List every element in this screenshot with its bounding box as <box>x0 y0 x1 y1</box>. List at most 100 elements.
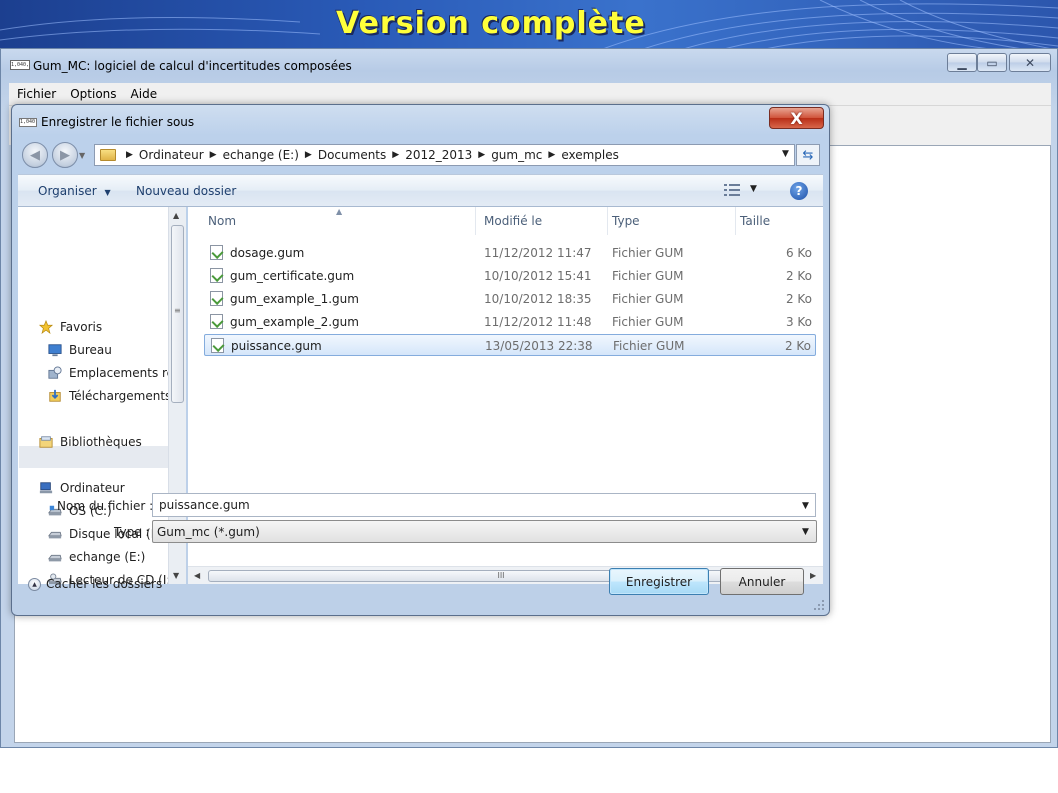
nav-item-emplacements[interactable]: Emplacements ré <box>47 363 174 383</box>
address-bar[interactable]: ▶ Ordinateur ▶ echange (E:) ▶ Documents … <box>94 144 795 166</box>
recent-locations-dropdown-icon[interactable]: ▼ <box>79 151 85 160</box>
menu-aide[interactable]: Aide <box>123 87 164 101</box>
file-size: 2 Ko <box>784 339 811 353</box>
file-row[interactable]: gum_example_1.gum 10/10/2012 18:35 Fichi… <box>204 288 816 310</box>
menu-bar: Fichier Options Aide <box>9 83 1051 105</box>
breadcrumb-exemples[interactable]: exemples <box>561 148 619 162</box>
filename-dropdown-icon[interactable]: ▼ <box>802 501 809 511</box>
chevron-right-icon[interactable]: ▶ <box>305 150 312 160</box>
app-title: Gum_MC: logiciel de calcul d'incertitude… <box>33 59 352 73</box>
file-icon <box>210 314 223 329</box>
file-type: Fichier GUM <box>612 269 684 283</box>
file-modified: 11/12/2012 11:48 <box>484 315 592 329</box>
nav-label: Emplacements ré <box>69 366 175 380</box>
cancel-button[interactable]: Annuler <box>720 568 804 595</box>
maximize-button[interactable]: ▭ <box>977 53 1007 72</box>
nav-label: Favoris <box>60 320 103 334</box>
nav-item-disque-d[interactable]: Disque local (D:) <box>47 524 169 544</box>
chevron-right-icon[interactable]: ▶ <box>210 150 217 160</box>
filename-input[interactable]: puissance.gum <box>152 493 816 517</box>
scrollbar-thumb[interactable]: ≡ <box>171 225 184 403</box>
breadcrumb-2012-2013[interactable]: 2012_2013 <box>405 148 472 162</box>
hide-folders-button[interactable]: ▲ Cacher les dossiers <box>28 577 162 591</box>
maximize-icon: ▭ <box>986 55 998 70</box>
column-label: Type <box>612 214 640 228</box>
breadcrumb-ordinateur[interactable]: Ordinateur <box>139 148 204 162</box>
nav-item-bibliotheques[interactable]: Bibliothèques <box>38 432 142 452</box>
app-titlebar[interactable]: 1,040,1 Gum_MC: logiciel de calcul d'inc… <box>1 49 1057 79</box>
chevron-right-icon[interactable]: ▶ <box>548 150 555 160</box>
computer-icon <box>39 482 53 494</box>
file-name: dosage.gum <box>230 246 305 260</box>
file-size: 2 Ko <box>785 269 812 283</box>
file-modified: 10/10/2012 18:35 <box>484 292 592 306</box>
menu-options[interactable]: Options <box>62 87 122 101</box>
type-select[interactable]: Gum_mc (*.gum) <box>152 520 817 543</box>
file-name: gum_example_2.gum <box>230 315 359 329</box>
column-header-size[interactable]: Taille <box>736 207 822 235</box>
grip-icon: ≡ <box>174 306 181 315</box>
nav-item-favoris[interactable]: Favoris <box>38 317 102 337</box>
dialog-close-button[interactable]: X <box>769 107 824 129</box>
file-name: puissance.gum <box>231 339 322 353</box>
star-icon <box>38 320 54 334</box>
app-close-button[interactable]: ✕ <box>1009 53 1051 72</box>
refresh-button[interactable]: ⇆ <box>796 144 820 166</box>
save-button[interactable]: Enregistrer <box>609 568 709 595</box>
command-bar: Organiser ▼ Nouveau dossier ▼ ? <box>18 174 823 207</box>
organize-label: Organiser <box>38 184 97 198</box>
chevron-right-icon[interactable]: ▶ <box>126 150 133 160</box>
column-header-type[interactable]: Type <box>608 207 736 235</box>
file-row[interactable]: dosage.gum 11/12/2012 11:47 Fichier GUM … <box>204 242 816 264</box>
new-folder-button[interactable]: Nouveau dossier <box>136 184 236 198</box>
file-row[interactable]: gum_example_2.gum 11/12/2012 11:48 Fichi… <box>204 311 816 333</box>
scroll-left-icon[interactable]: ◀ <box>194 571 200 580</box>
resize-grip-icon[interactable] <box>813 599 825 611</box>
drive-icon <box>48 554 62 562</box>
breadcrumb-documents[interactable]: Documents <box>318 148 386 162</box>
menu-fichier[interactable]: Fichier <box>9 87 62 101</box>
file-row[interactable]: gum_certificate.gum 10/10/2012 15:41 Fic… <box>204 265 816 287</box>
help-button[interactable]: ? <box>790 182 808 200</box>
file-modified: 13/05/2013 22:38 <box>485 339 593 353</box>
nav-item-ordinateur[interactable]: Ordinateur <box>38 478 125 498</box>
organize-button[interactable]: Organiser ▼ <box>38 184 111 198</box>
minimize-button[interactable]: ▁ <box>947 53 977 72</box>
column-label: Modifié le <box>484 214 543 228</box>
arrow-right-icon: ▶ <box>60 147 70 163</box>
scroll-down-icon[interactable]: ▼ <box>173 571 179 580</box>
chevron-right-icon[interactable]: ▶ <box>478 150 485 160</box>
chevron-down-icon: ▼ <box>104 188 111 197</box>
nav-item-bureau[interactable]: Bureau <box>47 340 112 360</box>
libraries-icon <box>39 436 53 448</box>
column-header-modified[interactable]: Modifié le <box>480 207 608 235</box>
back-button[interactable]: ◀ <box>22 142 48 168</box>
downloads-icon <box>49 389 61 402</box>
file-modified: 10/10/2012 15:41 <box>484 269 592 283</box>
nav-item-telechargements[interactable]: Téléchargements <box>47 386 171 406</box>
breadcrumb-gum-mc[interactable]: gum_mc <box>491 148 542 162</box>
breadcrumb-echange[interactable]: echange (E:) <box>223 148 299 162</box>
dialog-logo-icon: 1,040,1 <box>19 118 37 127</box>
file-type: Fichier GUM <box>612 315 684 329</box>
file-row-selected[interactable]: puissance.gum 13/05/2013 22:38 Fichier G… <box>204 334 816 356</box>
type-label: Type : <box>114 525 150 539</box>
file-icon <box>210 245 223 260</box>
scroll-up-icon[interactable]: ▲ <box>173 211 179 220</box>
file-modified: 11/12/2012 11:47 <box>484 246 592 260</box>
filename-label: Nom du fichier : <box>57 499 154 513</box>
file-type: Fichier GUM <box>612 246 684 260</box>
forward-button[interactable]: ▶ <box>52 142 78 168</box>
view-dropdown-icon[interactable]: ▼ <box>750 184 757 194</box>
column-header-name[interactable]: Nom <box>204 207 476 235</box>
view-options-icon[interactable] <box>724 183 740 197</box>
chevron-right-icon[interactable]: ▶ <box>392 150 399 160</box>
scroll-right-icon[interactable]: ▶ <box>810 571 816 580</box>
nav-label: Bibliothèques <box>60 435 142 449</box>
type-dropdown-icon[interactable]: ▼ <box>802 527 809 537</box>
nav-item-echange-e[interactable]: echange (E:) <box>47 547 145 567</box>
address-dropdown-icon[interactable]: ▼ <box>782 149 789 159</box>
nav-label: echange (E:) <box>69 550 146 564</box>
file-icon <box>210 291 223 306</box>
file-name: gum_example_1.gum <box>230 292 359 306</box>
